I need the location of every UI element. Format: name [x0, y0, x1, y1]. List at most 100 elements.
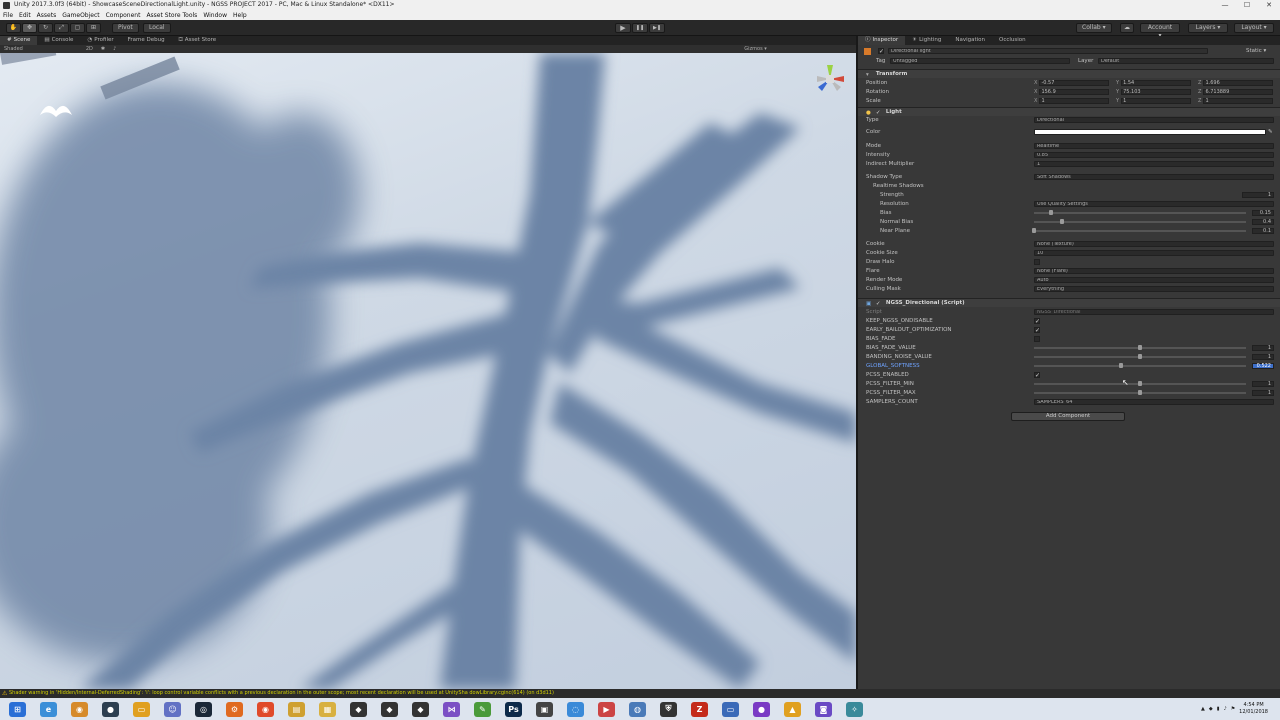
scale-x-field[interactable]: 1 — [1039, 98, 1110, 104]
position-x-field[interactable]: -0.57 — [1039, 80, 1110, 86]
early-bailout-checkbox[interactable]: ✓ — [1034, 327, 1040, 334]
normal-bias-slider[interactable] — [1034, 219, 1246, 224]
menu-assets[interactable]: Assets — [37, 12, 57, 19]
collab-button[interactable]: Collab ▾ — [1076, 23, 1112, 33]
rotation-x-field[interactable]: 156.9 — [1039, 89, 1110, 95]
global-softness-field[interactable]: 0.522 — [1252, 363, 1274, 369]
layers-dropdown[interactable]: Layers ▾ — [1188, 23, 1228, 33]
tab-scene[interactable]: # Scene — [0, 36, 38, 45]
shadow-type-dropdown[interactable]: Soft Shadows — [1034, 174, 1274, 180]
menu-asset-store-tools[interactable]: Asset Store Tools — [146, 12, 197, 19]
menu-gameobject[interactable]: GameObject — [62, 12, 99, 19]
minimize-button[interactable]: — — [1214, 0, 1236, 10]
clock[interactable]: 4:54 PM 12/01/2018 — [1239, 702, 1268, 716]
tab-navigation[interactable]: Navigation — [948, 36, 992, 45]
hand-tool-icon[interactable]: ✋ — [6, 23, 21, 33]
menu-component[interactable]: Component — [106, 12, 141, 19]
banding-noise-slider[interactable] — [1034, 354, 1246, 359]
monitor-icon[interactable]: ▭ — [722, 701, 739, 717]
flare-field[interactable]: None (Flare) — [1034, 268, 1274, 274]
close-button[interactable]: ✕ — [1258, 0, 1280, 10]
folder-icon[interactable]: ▭ — [133, 701, 150, 717]
draw-halo-checkbox[interactable] — [1034, 259, 1040, 265]
light-color-swatch[interactable] — [1034, 129, 1266, 135]
scale-z-field[interactable]: 1 — [1203, 98, 1274, 104]
banding-noise-slider-knob[interactable] — [1138, 354, 1142, 359]
tools-icon[interactable]: ✧ — [846, 701, 863, 717]
menu-window[interactable]: Window — [203, 12, 227, 19]
photoshop-icon[interactable]: Ps — [505, 701, 522, 717]
pcss-filter-max-slider[interactable] — [1034, 390, 1246, 395]
keep-ngss-checkbox[interactable]: ✓ — [1034, 318, 1040, 325]
network-icon[interactable]: ◍ — [629, 701, 646, 717]
2d-toggle[interactable]: 2D — [86, 46, 93, 52]
start-button-icon[interactable]: ⊞ — [9, 701, 26, 717]
move-tool-icon[interactable]: ✥ — [22, 23, 37, 33]
pcss-filter-min-slider-knob[interactable] — [1138, 381, 1142, 386]
account-dropdown[interactable]: Account ▾ — [1140, 23, 1180, 39]
culling-mask-dropdown[interactable]: Everything — [1034, 286, 1274, 292]
tray-expand-icon[interactable]: ▲ — [1201, 706, 1205, 712]
normal-bias-field[interactable]: 0.4 — [1252, 219, 1274, 225]
indirect-multiplier-field[interactable]: 1 — [1034, 161, 1274, 167]
global-softness-slider-knob[interactable] — [1118, 363, 1123, 368]
unity-icon-2[interactable]: ◆ — [381, 701, 398, 717]
filezilla-icon[interactable]: Z — [691, 701, 708, 717]
resolution-dropdown[interactable]: Use Quality Settings — [1034, 201, 1274, 207]
gizmos-dropdown[interactable]: Gizmos ▾ — [744, 46, 767, 52]
recorder-icon[interactable]: ◙ — [815, 701, 832, 717]
tab-lighting[interactable]: ☀ Lighting — [905, 36, 948, 45]
tab-frame-debug[interactable]: Frame Debug — [121, 36, 172, 45]
strength-field[interactable]: 1 — [1242, 192, 1274, 198]
scale-y-field[interactable]: 1 — [1121, 98, 1192, 104]
unity-icon[interactable]: ◆ — [350, 701, 367, 717]
discord-icon[interactable]: ☺ — [164, 701, 181, 717]
tag-dropdown[interactable]: Untagged — [890, 58, 1070, 64]
network-tray-icon[interactable]: ▮ — [1217, 706, 1220, 712]
ie-icon[interactable]: e — [40, 701, 57, 717]
browser-icon[interactable]: ◉ — [257, 701, 274, 717]
step-button[interactable]: ▶❚ — [649, 23, 665, 33]
tab-occlusion[interactable]: Occlusion — [992, 36, 1033, 45]
add-component-button[interactable]: Add Component — [1011, 412, 1125, 421]
play-button[interactable]: ▶ — [615, 23, 631, 33]
bias-slider-knob[interactable] — [1048, 210, 1053, 215]
pcss-filter-min-slider[interactable] — [1034, 381, 1246, 386]
flag-icon[interactable]: ⚑ — [1231, 706, 1235, 712]
rect-tool-icon[interactable]: ▢ — [70, 23, 85, 33]
pivot-toggle[interactable]: Pivot — [112, 23, 139, 33]
scene-orientation-gizmo-icon[interactable] — [814, 63, 846, 95]
transform-tool-icon[interactable]: ⊞ — [86, 23, 101, 33]
firefox-icon[interactable]: ◉ — [71, 701, 88, 717]
eyedropper-icon[interactable]: ✎ — [1268, 128, 1273, 136]
bias-slider[interactable] — [1034, 210, 1246, 215]
files-icon[interactable]: ▦ — [319, 701, 336, 717]
menu-file[interactable]: File — [3, 12, 13, 19]
tray-app-icon[interactable]: ◆ — [1209, 706, 1213, 712]
cookie-field[interactable]: None (Texture) — [1034, 241, 1274, 247]
bias-fade-slider[interactable] — [1034, 345, 1246, 350]
tab-profiler[interactable]: ◔ Profiler — [80, 36, 120, 45]
rotation-z-field[interactable]: 6.713889 — [1203, 89, 1274, 95]
tab-asset-store[interactable]: ⛋ Asset Store — [172, 36, 224, 45]
settings-icon[interactable]: ⚙ — [226, 701, 243, 717]
cookie-size-field[interactable]: 10 — [1034, 250, 1274, 256]
rotation-y-field[interactable]: 75.103 — [1121, 89, 1192, 95]
tab-inspector[interactable]: ⓘ Inspector — [858, 36, 906, 45]
render-mode-dropdown[interactable]: Auto — [1034, 277, 1274, 283]
active-checkbox[interactable]: ✓ — [878, 48, 884, 55]
obs-icon[interactable]: ● — [102, 701, 119, 717]
lighting-toggle-icon[interactable]: ✱ — [101, 46, 105, 52]
pause-button[interactable]: ❚❚ — [632, 23, 648, 33]
banding-noise-field[interactable]: 1 — [1252, 354, 1274, 360]
shield-icon[interactable]: ⛨ — [660, 701, 677, 717]
maximize-button[interactable]: ☐ — [1236, 0, 1258, 10]
pcss-filter-max-slider-knob[interactable] — [1138, 390, 1142, 395]
layout-dropdown[interactable]: Layout ▾ — [1234, 23, 1274, 33]
visual-studio-icon[interactable]: ⋈ — [443, 701, 460, 717]
pcss-filter-min-field[interactable]: 1 — [1252, 381, 1274, 387]
intensity-field[interactable]: 0.85 — [1034, 152, 1274, 158]
light-enabled-checkbox[interactable]: ✓ — [876, 109, 882, 116]
menu-edit[interactable]: Edit — [19, 12, 31, 19]
directional-light-gizmo-icon[interactable] — [38, 99, 74, 121]
